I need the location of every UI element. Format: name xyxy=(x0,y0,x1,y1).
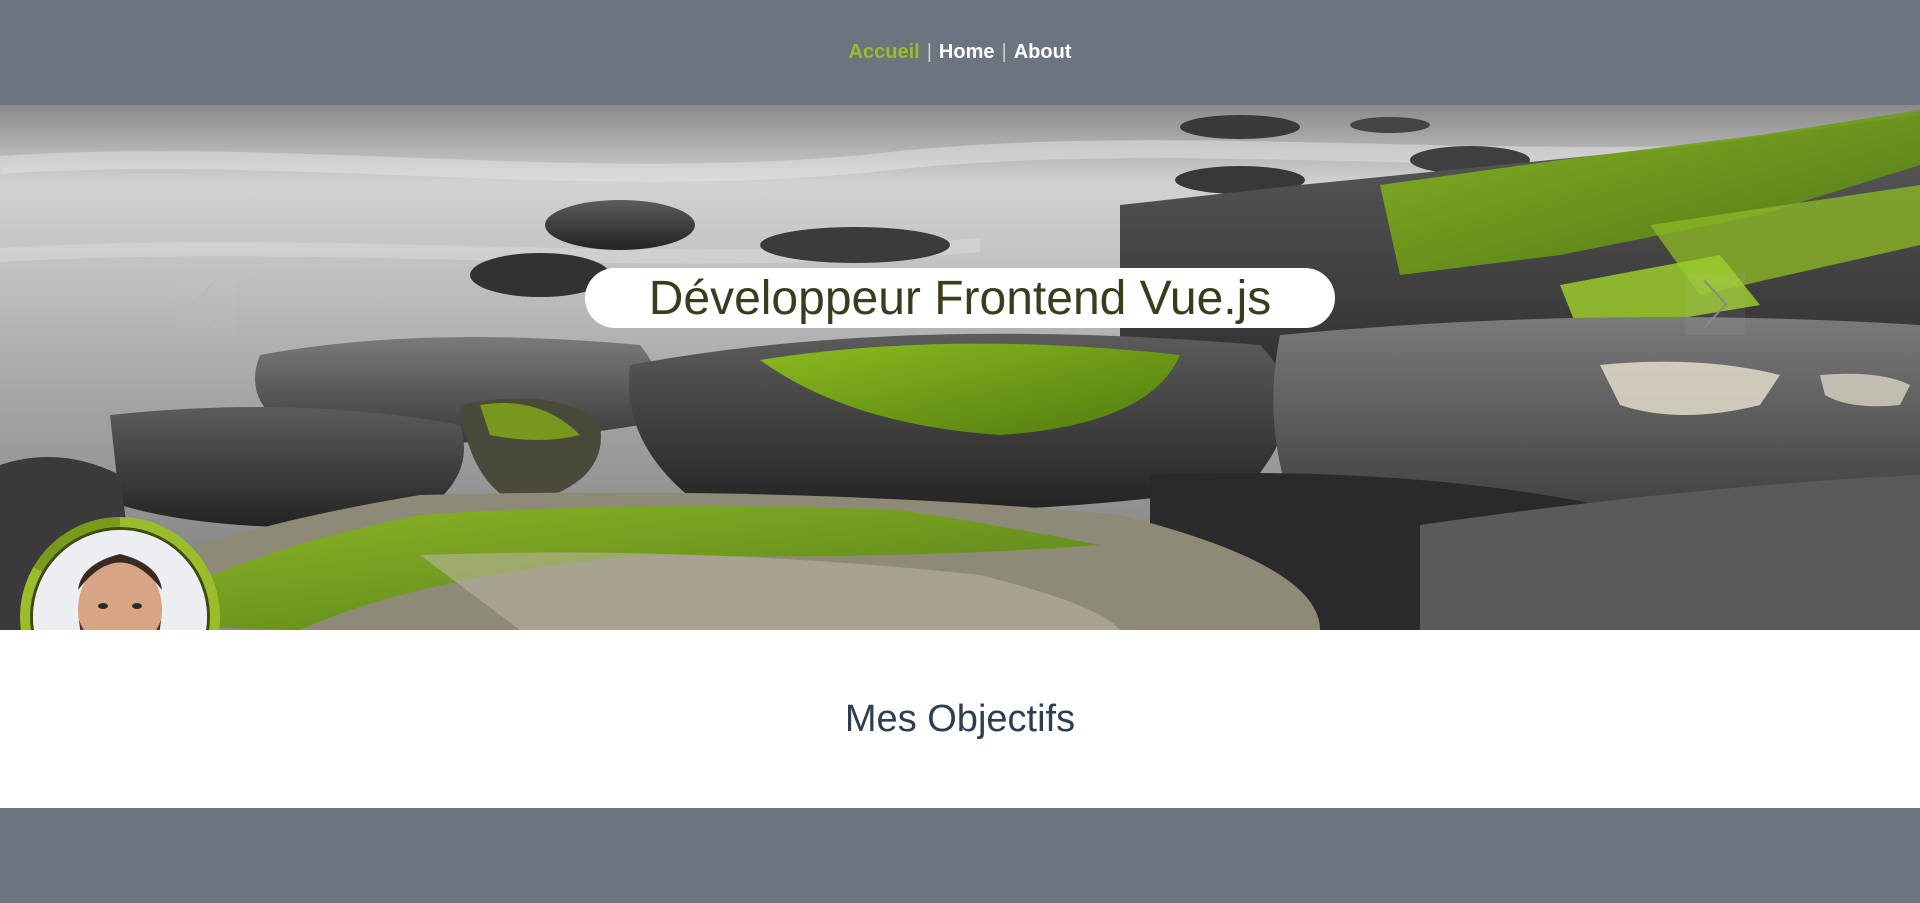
avatar xyxy=(30,527,210,630)
hero-carousel: Développeur Frontend Vue.js xyxy=(0,105,1920,630)
page-footer xyxy=(0,808,1920,903)
objectives-section: Mes Objectifs xyxy=(0,630,1920,808)
chevron-left-icon xyxy=(192,279,217,329)
chevron-right-icon xyxy=(1703,279,1728,329)
section-heading: Mes Objectifs xyxy=(844,697,1076,740)
hero-title: Développeur Frontend Vue.js xyxy=(585,268,1335,328)
hero-background-image xyxy=(0,105,1920,630)
carousel-prev-button[interactable] xyxy=(175,273,235,335)
nav-link-home[interactable]: Home xyxy=(939,41,995,64)
profile-photo xyxy=(33,530,207,630)
nav-link-accueil[interactable]: Accueil xyxy=(849,41,920,64)
nav-link-about[interactable]: About xyxy=(1014,41,1072,64)
carousel-next-button[interactable] xyxy=(1685,273,1745,335)
nav-separator: | xyxy=(926,41,932,63)
top-navigation: Accueil | Home | About xyxy=(0,0,1920,105)
nav-separator: | xyxy=(1001,41,1007,63)
